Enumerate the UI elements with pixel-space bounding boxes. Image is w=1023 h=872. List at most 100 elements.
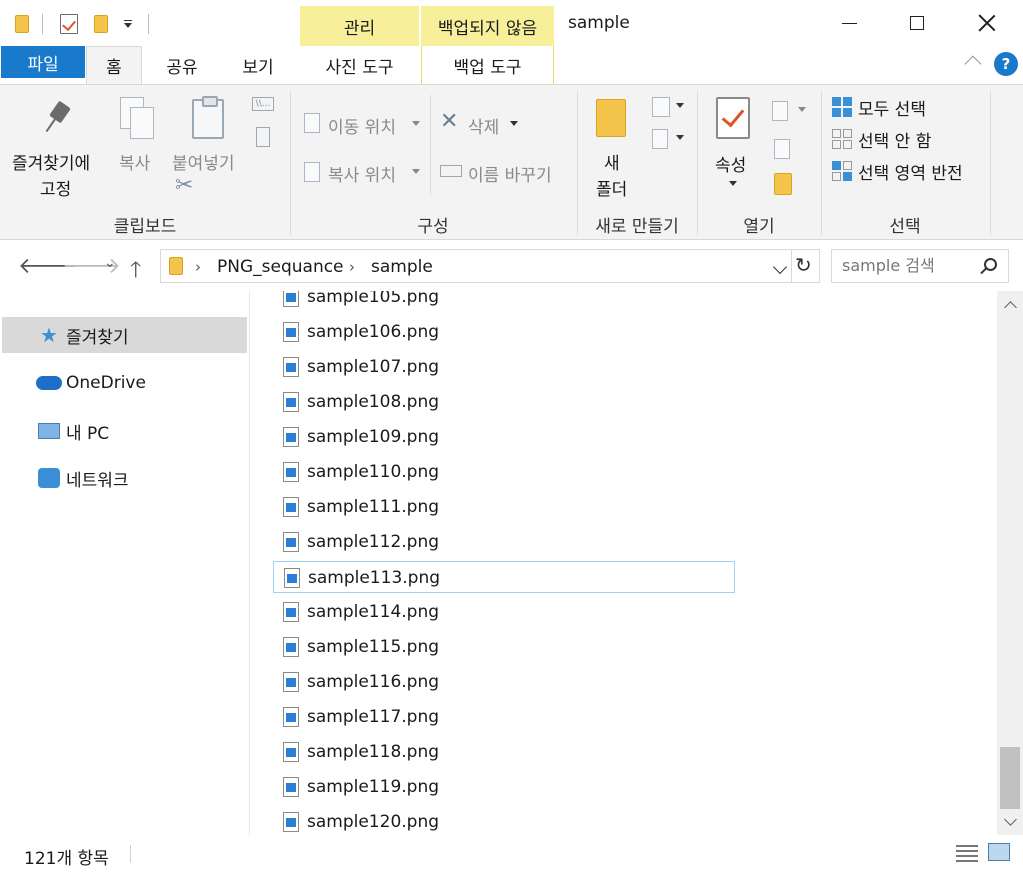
customize-quick-access-icon[interactable] bbox=[120, 10, 136, 38]
close-button[interactable] bbox=[952, 0, 1022, 46]
file-row[interactable]: sample114.png bbox=[273, 596, 735, 628]
breadcrumb-item[interactable]: sample bbox=[371, 257, 433, 277]
file-row[interactable]: sample109.png bbox=[273, 421, 735, 453]
sidebar-item-quick-access[interactable]: ★ 즐겨찾기 bbox=[2, 317, 247, 353]
ribbon: 즐겨찾기에 고정 복사 붙여넣기 \\... ✂ 클립보드 이동 위치 복사 위… bbox=[0, 84, 1023, 240]
file-row[interactable]: sample105.png bbox=[273, 291, 735, 313]
recent-locations-button[interactable]: ⌄ bbox=[104, 255, 116, 271]
scroll-up-icon[interactable] bbox=[1004, 301, 1017, 314]
file-row[interactable]: sample107.png bbox=[273, 351, 735, 383]
cut-icon[interactable]: ✂ bbox=[175, 173, 193, 198]
chevron-down-icon[interactable] bbox=[772, 259, 788, 275]
tab-home[interactable]: 홈 bbox=[86, 46, 142, 84]
sidebar-item-this-pc[interactable]: 내 PC bbox=[0, 413, 247, 449]
tab-file[interactable]: 파일 bbox=[1, 46, 85, 78]
new-group-label: 새로 만들기 bbox=[595, 217, 679, 237]
sidebar-item-network[interactable]: 네트워크 bbox=[0, 460, 247, 496]
properties-quick-icon[interactable] bbox=[58, 10, 80, 38]
file-row[interactable]: sample117.png bbox=[273, 701, 735, 733]
file-row[interactable]: sample115.png bbox=[273, 631, 735, 663]
vertical-scrollbar[interactable] bbox=[997, 291, 1023, 835]
file-row[interactable]: sample119.png bbox=[273, 771, 735, 803]
address-bar[interactable]: › PNG_sequance › sample ↻ bbox=[160, 249, 820, 283]
file-row[interactable]: sample110.png bbox=[273, 456, 735, 488]
new-folder-label-line2: 폴더 bbox=[596, 180, 628, 200]
maximize-button[interactable] bbox=[882, 0, 952, 46]
paste-icon bbox=[192, 96, 224, 139]
sidebar-item-onedrive[interactable]: OneDrive bbox=[0, 365, 247, 401]
close-icon bbox=[978, 14, 996, 32]
context-tab-backup: 백업되지 않음 bbox=[421, 6, 554, 46]
edit-icon[interactable] bbox=[774, 139, 790, 159]
file-name: sample111.png bbox=[307, 497, 440, 517]
file-row[interactable]: sample116.png bbox=[273, 666, 735, 698]
tab-view[interactable]: 보기 bbox=[226, 46, 290, 84]
file-row[interactable]: sample120.png bbox=[273, 806, 735, 835]
breadcrumb-item[interactable]: PNG_sequance bbox=[217, 257, 344, 277]
file-row[interactable]: sample108.png bbox=[273, 386, 735, 418]
delete-label: 삭제 bbox=[468, 118, 500, 138]
tab-share[interactable]: 공유 bbox=[150, 46, 214, 84]
chevron-down-icon bbox=[412, 121, 420, 126]
file-name: sample109.png bbox=[307, 427, 440, 447]
select-all-label: 모두 선택 bbox=[858, 100, 926, 120]
copy-label: 복사 bbox=[119, 154, 151, 174]
copy-path-icon[interactable]: \\... bbox=[252, 97, 274, 111]
folder-icon bbox=[169, 257, 183, 275]
file-row[interactable]: sample111.png bbox=[273, 491, 735, 523]
details-view-icon[interactable] bbox=[956, 843, 978, 863]
select-all-icon bbox=[832, 97, 852, 117]
search-input[interactable] bbox=[842, 256, 982, 275]
file-list: sample105.png sample106.png sample107.png s… bbox=[251, 291, 997, 835]
pin-icon bbox=[44, 100, 72, 137]
help-icon[interactable]: ? bbox=[994, 52, 1018, 76]
file-name: sample105.png bbox=[307, 291, 440, 307]
file-name: sample114.png bbox=[307, 602, 440, 622]
cloud-icon bbox=[36, 376, 62, 390]
navigation-pane: ★ 즐겨찾기 OneDrive 내 PC 네트워크 bbox=[0, 291, 250, 835]
new-folder-label-line1: 새 bbox=[604, 154, 620, 174]
refresh-icon[interactable]: ↻ bbox=[795, 253, 812, 277]
chevron-down-icon bbox=[729, 181, 737, 186]
history-icon[interactable] bbox=[774, 173, 792, 195]
chevron-down-icon bbox=[412, 169, 420, 174]
file-row[interactable]: sample118.png bbox=[273, 736, 735, 768]
select-group-label: 선택 bbox=[889, 217, 921, 237]
up-button[interactable]: 🡑 bbox=[130, 253, 141, 291]
large-icons-view-icon[interactable] bbox=[988, 843, 1010, 861]
file-name: sample115.png bbox=[307, 637, 440, 657]
open-group-label: 열기 bbox=[743, 217, 775, 237]
minimize-button[interactable] bbox=[814, 0, 884, 46]
select-none-icon bbox=[832, 129, 852, 149]
delete-icon: ✕ bbox=[440, 109, 459, 134]
breadcrumb-separator[interactable]: › bbox=[195, 258, 201, 276]
pin-label-line1: 즐겨찾기에 bbox=[12, 154, 91, 174]
png-file-icon bbox=[283, 672, 299, 692]
move-to-label: 이동 위치 bbox=[328, 118, 396, 138]
star-icon: ★ bbox=[40, 323, 58, 347]
search-box[interactable] bbox=[831, 249, 1009, 283]
chevron-down-icon bbox=[510, 121, 518, 126]
maximize-icon bbox=[910, 16, 924, 30]
folder-icon[interactable] bbox=[12, 10, 32, 38]
search-icon[interactable] bbox=[984, 258, 997, 271]
png-file-icon bbox=[283, 497, 299, 517]
file-row[interactable]: sample112.png bbox=[273, 526, 735, 558]
file-row[interactable]: sample106.png bbox=[273, 316, 735, 348]
paste-label: 붙여넣기 bbox=[172, 154, 235, 174]
chevron-down-icon bbox=[676, 135, 684, 140]
minimize-icon bbox=[841, 22, 857, 24]
new-folder-quick-icon[interactable] bbox=[92, 10, 110, 38]
tab-picture-tools[interactable]: 사진 도구 bbox=[300, 46, 419, 84]
png-file-icon bbox=[283, 392, 299, 412]
quick-access-separator bbox=[42, 14, 43, 34]
paste-shortcut-icon[interactable] bbox=[256, 127, 270, 147]
scroll-down-icon[interactable] bbox=[1004, 813, 1017, 826]
breadcrumb-separator[interactable]: › bbox=[349, 258, 355, 276]
title-bar: 관리 백업되지 않음 sample bbox=[0, 0, 1023, 46]
file-row[interactable]: sample113.png bbox=[273, 561, 735, 593]
tab-backup-tools[interactable]: 백업 도구 bbox=[421, 46, 554, 84]
scrollbar-thumb[interactable] bbox=[1000, 747, 1020, 809]
invert-selection-icon bbox=[832, 161, 852, 181]
file-name: sample112.png bbox=[307, 532, 440, 552]
